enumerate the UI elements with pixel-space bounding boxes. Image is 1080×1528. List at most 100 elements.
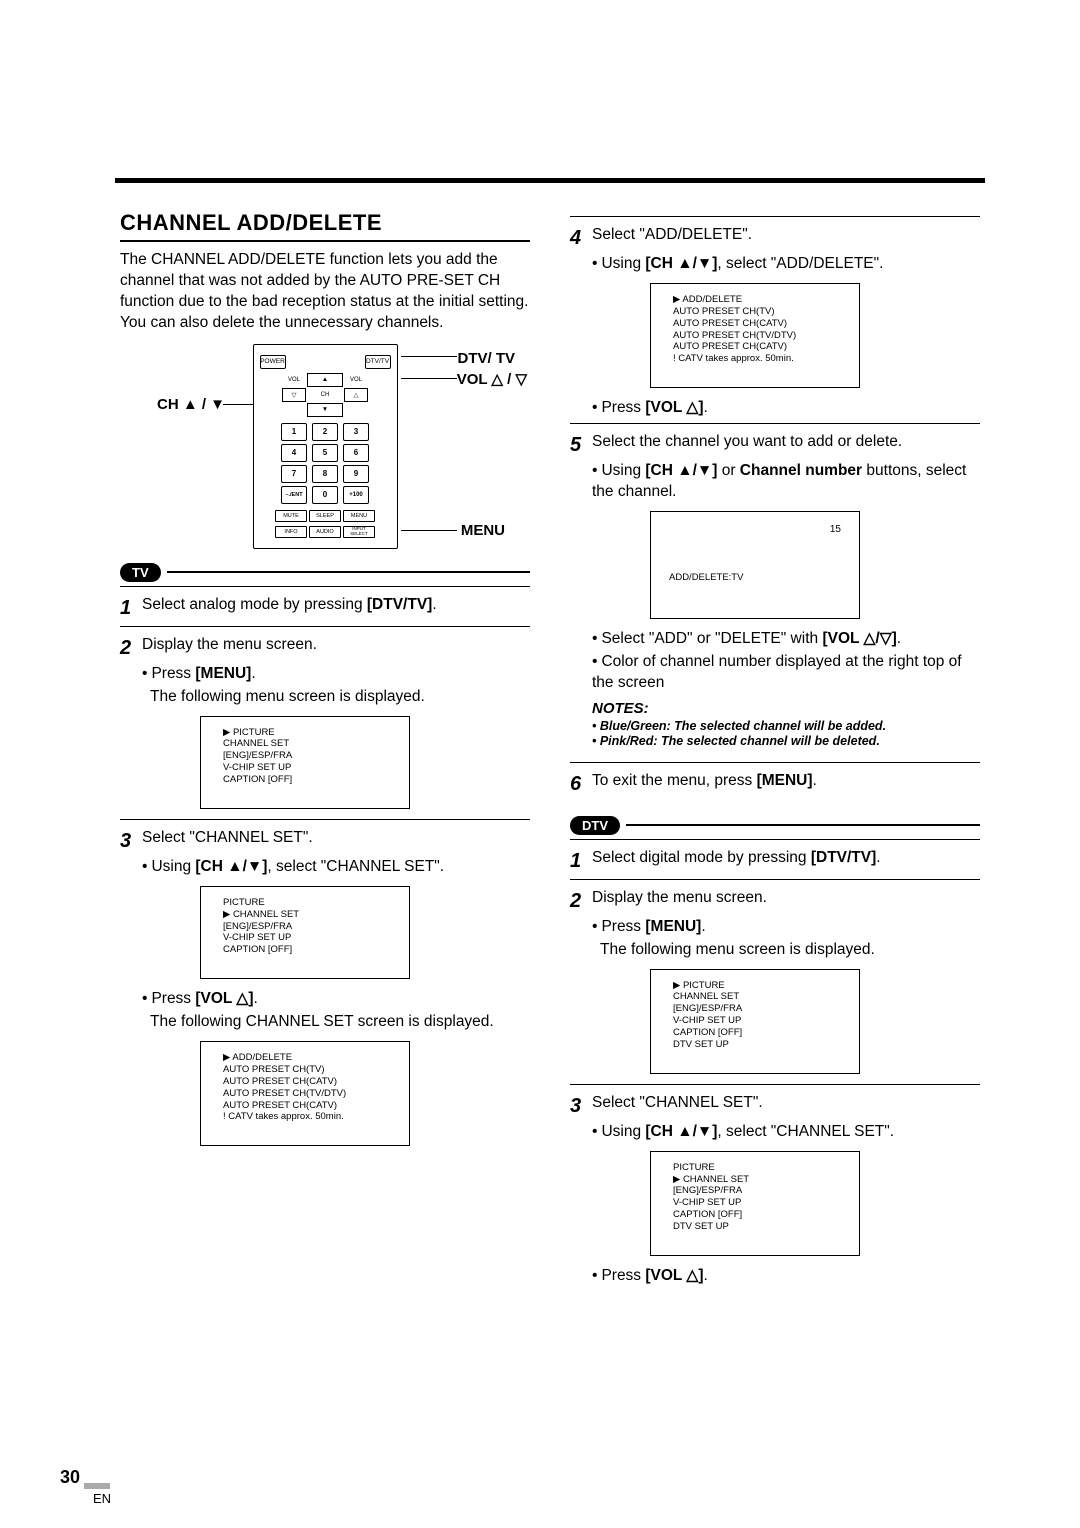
remote-sleep: SLEEP	[309, 510, 341, 522]
dtv-step-3: 3 Select "CHANNEL SET".	[570, 1093, 980, 1120]
osd-menu-1: ▶ PICTURE CHANNEL SET [ENG]/ESP/FRA V-CH…	[200, 716, 410, 809]
divider	[120, 819, 530, 820]
dtv-mode-divider: DTV	[570, 816, 980, 835]
dtv-step-2-sub-b: The following menu screen is displayed.	[600, 940, 980, 961]
left-step-3: 3 Select "CHANNEL SET".	[120, 828, 530, 855]
remote-key-9: 9	[343, 465, 369, 483]
divider	[570, 216, 980, 217]
step-bold: [DTV/TV]	[367, 596, 432, 613]
dtv-step-2: 2 Display the menu screen.	[570, 888, 980, 915]
remote-dtvtv-button: DTV/TV	[365, 355, 391, 369]
page-number: 30	[60, 1467, 80, 1488]
left-step-1: 1 Select analog mode by pressing [DTV/TV…	[120, 595, 530, 622]
page-number-bar	[84, 1483, 110, 1489]
step-text: Select "CHANNEL SET".	[142, 828, 313, 849]
right-column: 4 Select "ADD/DELETE". •Using [CH ▲/▼], …	[570, 210, 980, 1289]
osd-add-delete: ▶ ADD/DELETE AUTO PRESET CH(TV) AUTO PRE…	[650, 283, 860, 388]
remote-audio: AUDIO	[309, 526, 341, 538]
add-delete-label: ADD/DELETE:TV	[669, 572, 845, 584]
step-number: 3	[120, 828, 136, 855]
remote-key-2: 2	[312, 423, 338, 441]
remote-diagram: POWER DTV/TV VOL ▲ VOL ▽ CH △ ▼	[195, 344, 455, 549]
section-title: CHANNEL ADD/DELETE	[120, 210, 530, 242]
right-step-4-sub-b: •Press [VOL △].	[592, 398, 980, 419]
step-number: 4	[570, 225, 586, 252]
right-step-4-sub-a: •Using [CH ▲/▼], select "ADD/DELETE".	[592, 254, 980, 275]
left-step-3-sub-a: •Using [CH ▲/▼], select "CHANNEL SET".	[142, 857, 530, 878]
step-text: Select the channel you want to add or de…	[592, 432, 902, 453]
note-2: • Pink/Red: The selected channel will be…	[592, 734, 980, 748]
osd-menu-2: PICTURE ▶ CHANNEL SET [ENG]/ESP/FRA V-CH…	[200, 886, 410, 979]
remote-key-8: 8	[312, 465, 338, 483]
remote-vol-down: ▽	[282, 388, 306, 402]
callout-line-menu	[401, 530, 457, 531]
dtv-step-3-sub-b: •Press [VOL △].	[592, 1266, 980, 1287]
remote-ch-up: ▲	[307, 373, 343, 387]
left-step-3-sub-b: •Press [VOL △].	[142, 989, 530, 1010]
remote-bottom-row1: MUTE SLEEP MENU	[260, 510, 391, 522]
right-step-5-sub-a: •Using [CH ▲/▼] or Channel number button…	[592, 461, 980, 503]
remote-vol-label-right: VOL	[344, 373, 368, 387]
right-step-5: 5 Select the channel you want to add or …	[570, 432, 980, 459]
remote-info: INFO	[275, 526, 307, 538]
right-step-6: 6 To exit the menu, press [MENU].	[570, 771, 980, 798]
divider	[120, 586, 530, 587]
remote-key-plus100: +100	[343, 486, 369, 504]
remote-key-ent: –./ENT	[281, 486, 307, 504]
remote-bottom-row2: INFO AUDIO INPUT SELECT	[260, 526, 391, 538]
right-step-5-sub-b: •Select "ADD" or "DELETE" with [VOL △/▽]…	[592, 629, 980, 650]
step-text: Display the menu screen.	[142, 635, 317, 656]
left-step-2: 2 Display the menu screen.	[120, 635, 530, 662]
step-number: 3	[570, 1093, 586, 1120]
remote-key-7: 7	[281, 465, 307, 483]
callout-line-dtvtv	[401, 356, 457, 357]
top-rule	[115, 178, 985, 183]
remote-key-4: 4	[281, 444, 307, 462]
remote-menu: MENU	[343, 510, 375, 522]
left-step-2-sub-b: The following menu screen is displayed.	[150, 687, 530, 708]
page-language: EN	[93, 1491, 111, 1506]
dtv-step-3-sub-a: •Using [CH ▲/▼], select "CHANNEL SET".	[592, 1122, 980, 1143]
remote-input-select: INPUT SELECT	[343, 526, 375, 538]
remote-ch-label: CH	[307, 388, 343, 402]
remote-volch-pad: VOL ▲ VOL ▽ CH △ ▼	[260, 373, 391, 417]
dtv-step-2-sub-a: •Press [MENU].	[592, 917, 980, 938]
step-number: 6	[570, 771, 586, 798]
divider	[570, 839, 980, 840]
remote-key-5: 5	[312, 444, 338, 462]
note-1: • Blue/Green: The selected channel will …	[592, 719, 980, 733]
step-number: 1	[570, 848, 586, 875]
left-step-3-sub-c: The following CHANNEL SET screen is disp…	[150, 1012, 530, 1033]
step-number: 2	[120, 635, 136, 662]
dtv-step-1: 1 Select digital mode by pressing [DTV/T…	[570, 848, 980, 875]
osd-channel-15: 15 ADD/DELETE:TV	[650, 511, 860, 619]
callout-vol: VOL △ / ▽	[457, 370, 527, 388]
right-step-4: 4 Select "ADD/DELETE".	[570, 225, 980, 252]
left-step-2-sub-a: •Press [MENU].	[142, 664, 530, 685]
callout-line-ch	[223, 404, 253, 405]
callout-ch: CH ▲ / ▼	[157, 396, 225, 413]
divider	[570, 879, 980, 880]
step-number: 5	[570, 432, 586, 459]
osd-dtv-menu-2: PICTURE ▶ CHANNEL SET [ENG]/ESP/FRA V-CH…	[650, 1151, 860, 1256]
step-text: Select "ADD/DELETE".	[592, 225, 752, 246]
callout-dtvtv: DTV/ TV	[457, 350, 515, 367]
callout-line-vol	[401, 378, 457, 379]
remote-key-6: 6	[343, 444, 369, 462]
osd-channel-set: ▶ ADD/DELETE AUTO PRESET CH(TV) AUTO PRE…	[200, 1041, 410, 1146]
remote-vol-up: △	[344, 388, 368, 402]
divider	[570, 1084, 980, 1085]
remote-vol-label-left: VOL	[282, 373, 306, 387]
remote-ch-down: ▼	[307, 403, 343, 417]
step-number: 2	[570, 888, 586, 915]
remote-numpad: 1 2 3 4 5 6 7 8 9 –./ENT 0 +100	[260, 423, 391, 504]
osd-dtv-menu-1: ▶ PICTURE CHANNEL SET [ENG]/ESP/FRA V-CH…	[650, 969, 860, 1074]
tv-badge: TV	[120, 563, 161, 582]
remote-key-1: 1	[281, 423, 307, 441]
notes-heading: NOTES:	[592, 700, 980, 717]
remote-body: POWER DTV/TV VOL ▲ VOL ▽ CH △ ▼	[253, 344, 398, 549]
tv-mode-divider: TV	[120, 563, 530, 582]
remote-key-0: 0	[312, 486, 338, 504]
right-step-5-sub-c: •Color of channel number displayed at th…	[592, 652, 980, 694]
step-text: Select analog mode by pressing	[142, 596, 367, 613]
